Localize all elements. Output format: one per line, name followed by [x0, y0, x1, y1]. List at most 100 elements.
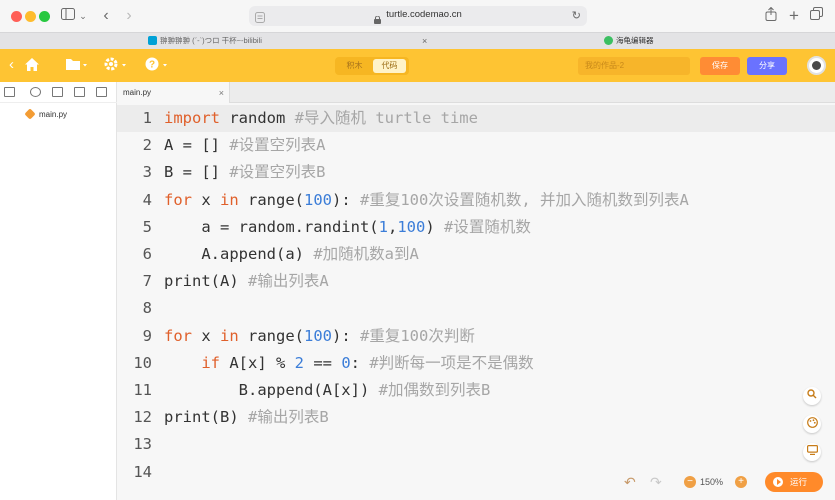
image-icon[interactable]	[52, 87, 63, 97]
code-text[interactable]: print(A) #输出列表A	[164, 268, 329, 295]
window-minimize-button[interactable]	[25, 11, 36, 22]
new-tab-icon[interactable]: +	[787, 7, 801, 25]
line-number: 1	[142, 109, 152, 127]
code-text[interactable]: for x in range(100): #重复100次判断	[164, 323, 475, 350]
bilibili-icon	[148, 36, 157, 45]
sidebar-toggle-icon[interactable]	[61, 7, 75, 25]
code-line[interactable]: 3 B = [] #设置空列表B	[117, 159, 835, 186]
tab-label: 翀翀翀翀 (ˊ-ˋ)つロ 干杯~-bilibili	[160, 36, 262, 45]
editor-tab-main[interactable]: main.py ×	[117, 82, 230, 103]
code-line[interactable]: 5 a = random.randint(1,100) #设置随机数	[117, 214, 835, 241]
code-line[interactable]: 8	[117, 295, 835, 322]
file-item[interactable]: main.py	[24, 108, 68, 120]
code-text[interactable]: A = [] #设置空列表A	[164, 132, 326, 159]
gear-icon[interactable]	[104, 57, 128, 74]
app-header: ‹ ? 积木 代码 我的作品-2 保存 分享	[0, 49, 835, 82]
line-number: 2	[142, 136, 152, 155]
mode-switch: 积木 代码	[335, 57, 409, 75]
code-line[interactable]: 6 A.append(a) #加随机数a到A	[117, 241, 835, 268]
code-line[interactable]: 10 if A[x] % 2 == 0: #判断每一项是不是偶数	[117, 350, 835, 377]
close-icon[interactable]: ×	[219, 82, 224, 104]
screen-icon	[803, 445, 821, 458]
line-number: 5	[142, 217, 152, 236]
sidebar-toolbar	[0, 82, 117, 103]
zoom-out-button[interactable]: −	[684, 476, 696, 488]
line-number: 4	[142, 190, 152, 209]
code-line[interactable]: 11 B.append(A[x]) #加偶数到列表B	[117, 377, 835, 404]
python-file-icon	[24, 108, 36, 120]
tab-bar: 翀翀翀翀 (ˊ-ˋ)つロ 干杯~-bilibili × 海龟编辑器	[0, 32, 835, 49]
code-line[interactable]: 13	[117, 431, 835, 458]
redo-icon[interactable]: ↷	[650, 474, 662, 491]
palette-icon	[803, 417, 821, 431]
mode-code[interactable]: 代码	[373, 59, 406, 73]
code-text[interactable]: B = [] #设置空列表B	[164, 159, 326, 186]
turtle-icon	[604, 36, 613, 45]
collapse-panel-icon[interactable]	[4, 87, 15, 97]
line-number: 6	[142, 245, 152, 263]
address-bar[interactable]: turtle.codemao.cn ↻	[249, 6, 587, 26]
code-line[interactable]: 1 import random #导入随机 turtle time	[117, 105, 835, 132]
line-number: 7	[142, 272, 152, 291]
chevron-down-icon[interactable]: ⌄	[79, 7, 87, 25]
play-icon	[773, 477, 783, 487]
code-line[interactable]: 2 A = [] #设置空列表A	[117, 132, 835, 159]
code-line[interactable]: 7 print(A) #输出列表A	[117, 268, 835, 295]
code-line[interactable]: 4 for x in range(100): #重复100次设置随机数, 并加入随…	[117, 187, 835, 214]
help-icon[interactable]: ?	[145, 57, 169, 74]
work-name-input[interactable]: 我的作品-2	[578, 57, 690, 75]
back-icon[interactable]: ‹	[100, 7, 112, 25]
palette-button[interactable]	[803, 415, 821, 433]
run-button[interactable]: 运行	[765, 472, 823, 492]
code-text[interactable]: A.append(a) #加随机数a到A	[164, 241, 419, 268]
line-number: 13	[133, 435, 152, 454]
line-number: 3	[142, 163, 152, 182]
window-zoom-button[interactable]	[39, 11, 50, 22]
editor-tabs: main.py ×	[117, 82, 835, 103]
avatar[interactable]	[807, 56, 826, 75]
folder-icon[interactable]	[65, 57, 87, 74]
window-close-button[interactable]	[11, 11, 22, 22]
zoom-in-button[interactable]: +	[735, 476, 747, 488]
code-text[interactable]: a = random.randint(1,100) #设置随机数	[164, 214, 531, 241]
add-file-icon[interactable]	[30, 87, 41, 97]
code-text[interactable]: print(B) #输出列表B	[164, 404, 329, 431]
forward-icon[interactable]: ›	[123, 7, 135, 25]
home-icon[interactable]	[24, 57, 40, 75]
editor-tab-label: main.py	[123, 88, 152, 97]
reload-icon[interactable]: ↻	[572, 9, 581, 22]
browser-toolbar: ⌄ ‹ › turtle.codemao.cn ↻ +	[0, 0, 835, 32]
code-text[interactable]: import random #导入随机 turtle time	[164, 105, 478, 132]
share-button[interactable]: 分享	[747, 57, 787, 75]
tab-bilibili[interactable]: 翀翀翀翀 (ˊ-ˋ)つロ 干杯~-bilibili	[148, 33, 262, 49]
search-button[interactable]	[803, 387, 821, 405]
line-number: 10	[133, 353, 152, 372]
zoom-level: 150%	[700, 477, 724, 487]
code-editor[interactable]: main.py × 1 import random #导入随机 turtle ti…	[117, 82, 835, 500]
share-icon[interactable]	[764, 6, 778, 25]
file-label: main.py	[39, 110, 68, 119]
code-line[interactable]: 12 print(B) #输出列表B	[117, 404, 835, 431]
code-text[interactable]: for x in range(100): #重复100次设置随机数, 并加入随机…	[164, 187, 689, 214]
screen-button[interactable]	[803, 443, 821, 461]
code-line[interactable]: 14	[117, 459, 835, 486]
svg-text:?: ?	[149, 60, 155, 71]
line-number: 8	[142, 299, 152, 318]
download-icon[interactable]	[96, 87, 107, 97]
save-button[interactable]: 保存	[700, 57, 740, 75]
mode-blocks[interactable]: 积木	[338, 59, 371, 73]
tab-turtle-editor[interactable]: 海龟编辑器	[604, 33, 654, 49]
code-text[interactable]: B.append(A[x]) #加偶数到列表B	[164, 377, 491, 404]
line-number: 12	[133, 408, 152, 427]
line-number: 11	[133, 381, 152, 399]
close-icon[interactable]: ×	[422, 33, 427, 49]
tabs-overview-icon[interactable]	[809, 7, 823, 25]
back-arrow-icon[interactable]: ‹	[9, 57, 14, 73]
file-sidebar: main.py	[0, 82, 117, 500]
code-text[interactable]: if A[x] % 2 == 0: #判断每一项是不是偶数	[164, 350, 533, 377]
undo-icon[interactable]: ↶	[624, 474, 636, 491]
url-text: turtle.codemao.cn	[386, 9, 462, 20]
folder-open-icon[interactable]	[74, 87, 85, 97]
tab-label: 海龟编辑器	[616, 36, 654, 45]
code-line[interactable]: 9 for x in range(100): #重复100次判断	[117, 323, 835, 350]
